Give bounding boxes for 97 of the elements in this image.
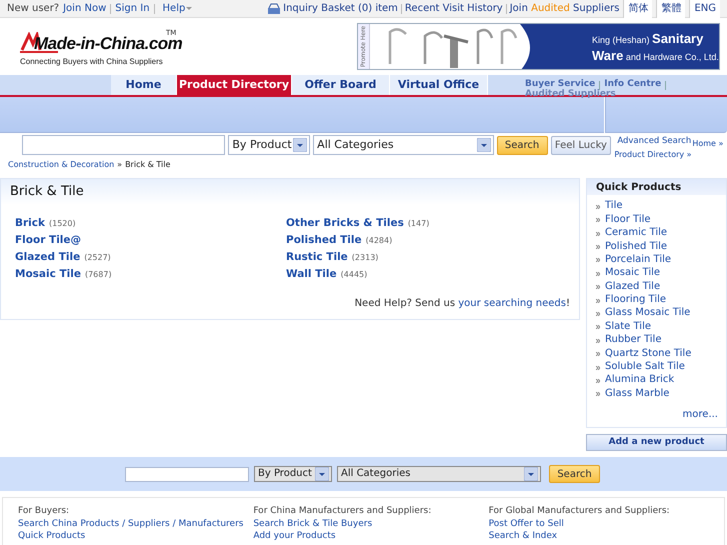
category-link[interactable]: Glazed Tile bbox=[15, 250, 80, 266]
item-count: (4445) bbox=[340, 268, 368, 280]
footer-link[interactable]: Post Offer to Sell bbox=[488, 518, 724, 530]
item-count: (147) bbox=[408, 218, 430, 230]
category-link[interactable]: Brick bbox=[15, 216, 45, 232]
top-link[interactable]: Join Now bbox=[63, 1, 106, 16]
item-count: (7687) bbox=[84, 268, 112, 280]
item-count: (2527) bbox=[84, 252, 111, 264]
footer-link[interactable]: Search Brick & Tile Buyers bbox=[253, 518, 489, 530]
searching-needs-link[interactable]: your searching needs bbox=[458, 298, 566, 309]
chevron-icon bbox=[596, 325, 600, 330]
search-field[interactable] bbox=[22, 135, 226, 155]
add-product-button[interactable]: Add a new product bbox=[586, 434, 727, 451]
category-link[interactable]: Rustic Tile bbox=[286, 250, 348, 266]
quick-product-link[interactable]: Mosaic Tile bbox=[605, 265, 660, 280]
help-link[interactable]: Help bbox=[162, 1, 192, 16]
more-link[interactable]: more... bbox=[682, 409, 718, 420]
type-select[interactable]: By Product bbox=[228, 135, 310, 155]
footer-link[interactable]: Add your Products bbox=[253, 530, 489, 542]
category-link[interactable]: Wall Tile bbox=[286, 266, 337, 282]
help-text: Need Help? Send us your searching needs! bbox=[354, 298, 570, 309]
chevron-icon bbox=[596, 204, 600, 209]
quick-product-link[interactable]: Glazed Tile bbox=[605, 278, 660, 294]
footer-link[interactable]: Search & Index bbox=[488, 530, 724, 542]
quick-product-link[interactable]: Ceramic Tile bbox=[605, 225, 668, 240]
footer-heading: For China Manufacturers and Suppliers: bbox=[253, 505, 432, 518]
category-select[interactable]: All Categories bbox=[313, 135, 494, 155]
category-link[interactable]: Polished Tile bbox=[286, 232, 362, 248]
nav-tab[interactable]: Virtual Office bbox=[390, 75, 488, 95]
chevron-icon bbox=[596, 338, 600, 343]
type-select[interactable]: By Product bbox=[254, 466, 332, 482]
new-user-label: New user? bbox=[7, 2, 60, 16]
inquiry-basket-link[interactable]: Inquiry Basket (0) item bbox=[283, 1, 398, 16]
basket-icon bbox=[267, 3, 280, 14]
caret-icon bbox=[186, 7, 192, 10]
chevron-icon bbox=[596, 378, 600, 383]
quick-product-link[interactable]: Floor Tile bbox=[605, 212, 651, 227]
quick-product-link[interactable]: Porcelain Tile bbox=[605, 252, 672, 267]
quick-product-link[interactable]: Polished Tile bbox=[605, 238, 668, 254]
item-count: (1520) bbox=[49, 218, 76, 230]
chevron-icon bbox=[596, 272, 600, 276]
nav-tab[interactable]: Product Directory bbox=[177, 75, 292, 95]
quick-product-link[interactable]: Slate Tile bbox=[605, 318, 652, 334]
category-link[interactable]: Mosaic Tile bbox=[15, 266, 81, 282]
chevron-icon bbox=[596, 312, 600, 316]
caret-icon bbox=[476, 138, 491, 152]
search-button[interactable]: Search bbox=[496, 136, 548, 154]
breadcrumb-separator: » bbox=[117, 159, 122, 171]
caret-icon bbox=[293, 138, 308, 152]
category-title: Brick & Tile bbox=[10, 183, 84, 202]
nav-tab[interactable]: Home bbox=[111, 75, 177, 95]
language-button[interactable]: 繁體 bbox=[656, 0, 686, 18]
quick-products-title: Quick Products bbox=[596, 180, 682, 195]
chevron-icon bbox=[596, 352, 600, 356]
quick-product-link[interactable]: Quartz Stone Tile bbox=[605, 346, 692, 361]
quick-product-link[interactable]: Rubber Tile bbox=[605, 332, 662, 348]
nav-link[interactable]: Info Centre bbox=[604, 78, 662, 92]
footer-link[interactable]: Search China Products / Suppliers / Manufacturers bbox=[18, 518, 254, 530]
language-button[interactable]: ENG bbox=[689, 0, 720, 18]
chevron-icon bbox=[596, 232, 600, 236]
caret-icon bbox=[524, 467, 538, 481]
caret-icon bbox=[315, 467, 329, 481]
language-button[interactable]: 简体 bbox=[623, 0, 652, 18]
quick-product-link[interactable]: Soluble Salt Tile bbox=[605, 359, 685, 374]
chevron-icon bbox=[596, 218, 600, 222]
nav-tab[interactable]: Offer Board bbox=[292, 75, 390, 95]
chevron-icon bbox=[596, 258, 600, 262]
chevron-icon bbox=[596, 285, 600, 290]
footer-link[interactable]: Quick Products bbox=[18, 530, 254, 542]
breadcrumb-link[interactable]: Construction & Decoration bbox=[8, 159, 114, 171]
footer-heading: For Buyers: bbox=[18, 505, 70, 518]
top-link[interactable]: Sign In bbox=[115, 1, 150, 16]
search-field[interactable] bbox=[125, 466, 249, 482]
item-count: (4284) bbox=[366, 234, 392, 246]
quick-product-link[interactable]: Glass Marble bbox=[605, 386, 670, 401]
banner-text: King (Heshan) Sanitary bbox=[592, 30, 704, 48]
recent-history-link[interactable]: Recent Visit History bbox=[404, 1, 503, 16]
join-audited-link[interactable]: Join Audited Suppliers bbox=[510, 1, 620, 16]
quick-product-link[interactable]: Glass Mosaic Tile bbox=[605, 305, 690, 320]
quick-product-link[interactable]: Flooring Tile bbox=[605, 292, 666, 308]
category-select[interactable]: All Categories bbox=[337, 466, 541, 482]
search-button[interactable]: Search bbox=[549, 465, 600, 483]
lucky-button[interactable]: Feel Lucky bbox=[550, 136, 612, 154]
chevron-icon bbox=[596, 298, 600, 303]
category-link[interactable]: Floor Tile@ bbox=[15, 232, 82, 248]
chevron-icon bbox=[596, 245, 600, 249]
category-link[interactable]: Other Bricks & Tiles bbox=[286, 216, 404, 232]
breadcrumb-current: Brick & Tile bbox=[125, 159, 170, 171]
quick-product-link[interactable]: Tile bbox=[605, 198, 623, 214]
chevron-icon bbox=[596, 366, 600, 370]
advanced-search-link[interactable]: Advanced Search bbox=[617, 135, 692, 148]
crumb-link[interactable]: Product Directory » bbox=[614, 149, 692, 161]
chevron-icon bbox=[596, 392, 600, 396]
quick-product-link[interactable]: Alumina Brick bbox=[605, 372, 674, 388]
crumb-link[interactable]: Home » bbox=[692, 138, 724, 150]
footer-heading: For Global Manufacturers and Suppliers: bbox=[488, 505, 671, 518]
item-count: (2313) bbox=[352, 252, 378, 264]
